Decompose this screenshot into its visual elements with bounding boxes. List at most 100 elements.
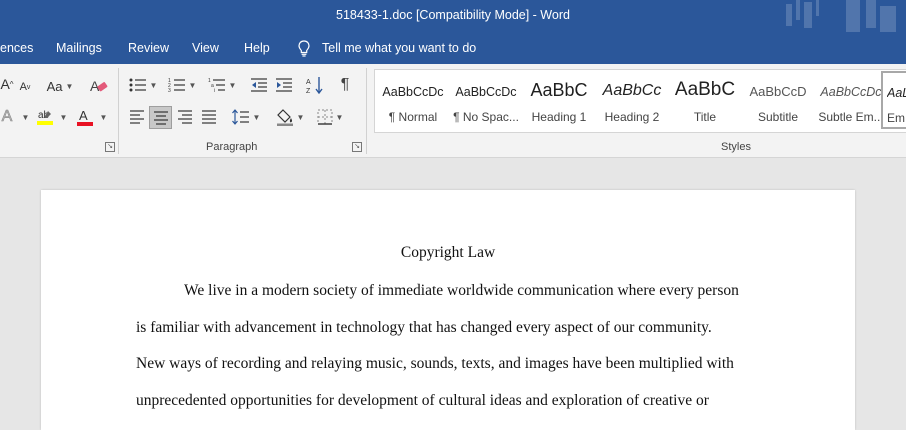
svg-text:i: i <box>214 88 215 93</box>
align-right-icon <box>178 110 192 124</box>
svg-text:Z: Z <box>306 88 311 94</box>
tell-me-text: Tell me what you want to do <box>322 41 477 55</box>
svg-text:A: A <box>306 79 311 86</box>
style-normal[interactable]: AaBbCcDc ¶ Normal <box>377 70 449 130</box>
group-separator <box>118 68 119 154</box>
clear-formatting-button[interactable]: A <box>88 75 110 97</box>
borders-icon <box>317 109 333 125</box>
style-emphasis[interactable]: AaL Em <box>881 71 906 129</box>
shrink-font-label: A <box>19 81 27 93</box>
paint-bucket-icon <box>276 109 293 126</box>
show-formatting-marks-button[interactable]: ¶ <box>334 74 356 96</box>
chevron-down-icon: ▼ <box>296 112 305 122</box>
font-color-button[interactable]: A <box>74 106 96 128</box>
tab-view[interactable]: View <box>192 41 219 55</box>
caret-up-icon: ^ <box>9 79 14 89</box>
increase-indent-icon <box>276 78 292 92</box>
style-label: ¶ No Spac... <box>453 110 519 124</box>
grow-font-label: A <box>0 76 10 92</box>
paragraph-dialog-launcher[interactable]: ↘ <box>352 142 362 152</box>
highlighter-icon: ab <box>37 110 53 125</box>
style-heading-1[interactable]: AaBbC Heading 1 <box>523 70 595 130</box>
text-effects-button[interactable]: A <box>0 106 14 128</box>
line-spacing-button[interactable]: ▼ <box>229 106 263 128</box>
tab-help[interactable]: Help <box>244 41 270 55</box>
lightbulb-icon <box>298 39 310 57</box>
style-label: ¶ Normal <box>388 110 438 124</box>
style-sample: AaBbCc <box>602 82 662 99</box>
tell-me-box[interactable]: Tell me what you want to do <box>298 38 476 58</box>
title-bar: 518433-1.doc [Compatibility Mode] - Word <box>0 0 906 32</box>
style-label: Heading 2 <box>604 110 660 124</box>
ribbon-tabs: ences Mailings Review View Help Tell me … <box>0 32 906 64</box>
chevron-down-icon: ▼ <box>21 112 30 122</box>
highlight-color-dropdown[interactable]: ▼ <box>58 107 68 127</box>
bullet-list-icon <box>129 78 146 92</box>
highlight-color-button[interactable]: ab <box>34 106 56 128</box>
style-no-spacing[interactable]: AaBbCcDc ¶ No Spac... <box>450 70 522 130</box>
style-label: Subtitle <box>757 110 799 124</box>
style-sample: AaBbCcDc <box>382 85 444 99</box>
style-heading-2[interactable]: AaBbCc Heading 2 <box>596 70 668 130</box>
style-subtitle[interactable]: AaBbCcD Subtitle <box>742 70 814 130</box>
font-dialog-launcher[interactable]: ↘ <box>105 142 115 152</box>
paragraph-group-label: Paragraph <box>206 141 258 153</box>
style-sample: AaBbC <box>674 79 736 100</box>
tab-review[interactable]: Review <box>128 41 169 55</box>
bullets-button[interactable]: ▼ <box>126 74 160 96</box>
svg-text:3: 3 <box>168 88 171 93</box>
style-label: Subtle Em... <box>818 110 884 124</box>
sort-button[interactable]: A Z <box>304 74 326 96</box>
styles-gallery: AaBbCcDc ¶ Normal AaBbCcDc ¶ No Spac... … <box>374 69 906 133</box>
style-sample: AaBbCcDc <box>455 85 517 99</box>
chevron-down-icon: ▼ <box>65 81 74 91</box>
text-effects-label: A <box>1 108 13 126</box>
title-bar-decoration <box>786 0 896 32</box>
style-label: Heading 1 <box>531 110 587 124</box>
window-title: 518433-1.doc [Compatibility Mode] - Word <box>336 8 570 22</box>
justify-button[interactable] <box>198 106 220 128</box>
style-sample: AaL <box>887 86 906 100</box>
grow-font-button[interactable]: A ^ <box>0 74 14 94</box>
caret-down-small-icon: v <box>26 83 31 91</box>
document-title: Copyright Law <box>400 244 496 261</box>
align-right-button[interactable] <box>174 106 196 128</box>
borders-button[interactable]: ▼ <box>313 106 347 128</box>
numbering-button[interactable]: 1 2 3 ▼ <box>164 74 200 96</box>
group-separator <box>366 68 367 154</box>
chevron-down-icon: ▼ <box>335 112 344 122</box>
pilcrow-icon: ¶ <box>340 76 350 93</box>
decrease-indent-button[interactable] <box>248 74 270 96</box>
document-page[interactable]: Copyright Law We live in a modern societ… <box>41 190 855 430</box>
decrease-indent-icon <box>251 78 267 92</box>
text-effects-dropdown[interactable]: ▼ <box>20 107 30 127</box>
clear-formatting-icon: A <box>90 78 108 94</box>
chevron-down-icon: ▼ <box>99 112 108 122</box>
align-center-button[interactable] <box>149 106 172 129</box>
style-subtle-emphasis[interactable]: AaBbCcDc Subtle Em... <box>815 70 887 130</box>
shrink-font-button[interactable]: Av <box>18 78 32 96</box>
styles-group-label: Styles <box>721 141 751 153</box>
shading-button[interactable]: ▼ <box>273 106 307 128</box>
style-sample: AaBbC <box>530 80 588 100</box>
change-case-button[interactable]: Aa ▼ <box>44 76 76 96</box>
numbered-list-icon: 1 2 3 <box>168 78 185 93</box>
document-line: We live in a modern society of immediate… <box>184 282 739 299</box>
chevron-down-icon: ▼ <box>188 80 197 90</box>
align-left-button[interactable] <box>126 106 148 128</box>
style-sample: AaBbCcD <box>749 84 807 99</box>
increase-indent-button[interactable] <box>273 74 295 96</box>
font-color-icon: A <box>77 108 93 126</box>
tab-references[interactable]: ences <box>0 41 33 55</box>
multilevel-list-icon: 1 a i <box>208 78 225 93</box>
chevron-down-icon: ▼ <box>252 112 261 122</box>
font-color-dropdown[interactable]: ▼ <box>98 107 108 127</box>
style-label: Em <box>887 111 905 125</box>
tab-mailings[interactable]: Mailings <box>56 41 102 55</box>
chevron-down-icon: ▼ <box>228 80 237 90</box>
style-title[interactable]: AaBbC Title <box>669 70 741 130</box>
justify-icon <box>202 110 216 124</box>
multilevel-list-button[interactable]: 1 a i ▼ <box>204 74 240 96</box>
ribbon: A ^ Av Aa ▼ A A ▼ ab ▼ A ▼ ↘ ▼ 1 2 3 ▼ 1… <box>0 64 906 158</box>
align-left-icon <box>130 110 144 124</box>
